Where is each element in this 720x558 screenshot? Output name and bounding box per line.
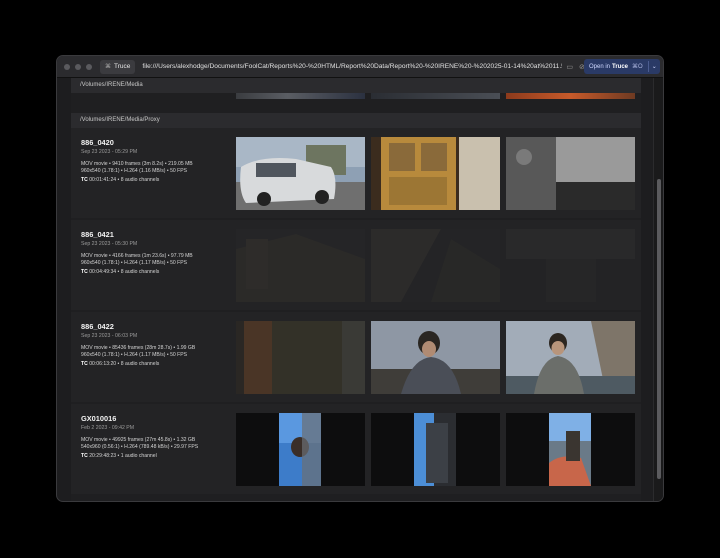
clip-timecode: TC 00:04:49:34 • 8 audio channels xyxy=(81,269,241,275)
clip-date: Sep 23 2023 - 05:29 PM xyxy=(81,149,138,155)
tc-label: TC xyxy=(81,453,88,459)
open-in-shortcut: ⌘O xyxy=(632,64,643,70)
clip-row[interactable]: 886_0422 Sep 23 2023 - 06:03 PM MOV movi… xyxy=(71,312,641,402)
clip-name: GX010016 xyxy=(81,414,117,423)
tc-label: TC xyxy=(81,361,88,367)
clip-metadata: 886_0421 Sep 23 2023 - 05:30 PM MOV movi… xyxy=(81,230,241,275)
clip-video-specs: 540x960 (0.56:1) • H.264 (789.48 kB/s) •… xyxy=(81,444,199,450)
thumbnail[interactable] xyxy=(236,229,365,302)
tc-value: 00:04:49:34 • 8 audio channels xyxy=(89,269,160,275)
thumbnail[interactable] xyxy=(506,229,635,302)
thumbnail[interactable] xyxy=(371,93,500,99)
tc-label: TC xyxy=(81,269,88,275)
clip-row[interactable]: GX010016 Feb 2 2023 - 09:42 PM MOV movie… xyxy=(71,404,641,494)
open-in-app-button[interactable]: Open in Truce ⌘O ⌄ xyxy=(584,59,660,74)
clip-date: Sep 23 2023 - 06:03 PM xyxy=(81,333,138,339)
zoom-window-button[interactable] xyxy=(86,63,92,70)
tab-label: Truce xyxy=(114,63,131,70)
section-path: /Volumes/IRENE/Media xyxy=(71,78,641,93)
thumbnail[interactable] xyxy=(371,321,500,394)
section-path: /Volumes/IRENE/Media/Proxy xyxy=(71,113,641,128)
thumbnail[interactable] xyxy=(506,321,635,394)
address-bar[interactable]: file:///Users/alexhodge/Documents/FoolCa… xyxy=(142,63,562,70)
thumbnail[interactable] xyxy=(506,93,635,99)
clip-timecode: TC 00:01:41:24 • 8 audio channels xyxy=(81,177,241,183)
clip-name: 886_0420 xyxy=(81,138,114,147)
clip-row[interactable]: 886_0421 Sep 23 2023 - 05:30 PM MOV movi… xyxy=(71,220,641,310)
clip-timecode: TC 00:06:13:20 • 8 audio channels xyxy=(81,361,241,367)
reader-icon[interactable]: ▭ xyxy=(566,63,573,71)
title-bar: ⌘ Truce file:///Users/alexhodge/Document… xyxy=(57,56,663,78)
open-in-label: Open in xyxy=(589,63,611,70)
clip-name: 886_0421 xyxy=(81,230,114,239)
clip-video-specs: 960x540 (1.78:1) • H.264 (1.17 MB/s) • 5… xyxy=(81,260,188,266)
close-window-button[interactable] xyxy=(64,63,70,70)
thumbnail[interactable] xyxy=(371,413,500,486)
clip-timecode: TC 20:29:48:23 • 1 audio channel xyxy=(81,453,241,459)
scrollbar-thumb[interactable] xyxy=(657,179,661,479)
scrollbar[interactable] xyxy=(653,78,663,501)
address-bar-icons: ▭ ⊘ xyxy=(566,63,585,71)
clip-format: MOV movie • 49925 frames (27m 45.8s) • 1… xyxy=(81,437,196,443)
open-in-app-name: Truce xyxy=(612,63,629,70)
thumbnail[interactable] xyxy=(371,137,500,210)
tab-truce[interactable]: ⌘ Truce xyxy=(100,59,136,74)
app-icon: ⌘ xyxy=(105,64,111,70)
clip-video-specs: 960x540 (1.78:1) • H.264 (1.17 MB/s) • 5… xyxy=(81,352,188,358)
thumbnail[interactable] xyxy=(506,413,635,486)
report-content: /Volumes/IRENE/Media /Volumes/IRENE/Medi… xyxy=(71,78,641,501)
clip-metadata: GX010016 Feb 2 2023 - 09:42 PM MOV movie… xyxy=(81,414,241,459)
clip-date: Sep 23 2023 - 05:30 PM xyxy=(81,241,138,247)
clip-format: MOV movie • 9410 frames (3m 8.2s) • 219.… xyxy=(81,161,193,167)
clip-thumbnails xyxy=(236,321,636,394)
clip-thumbnails xyxy=(236,137,636,210)
thumbnail[interactable] xyxy=(236,137,365,210)
clip-date: Feb 2 2023 - 09:42 PM xyxy=(81,425,135,431)
clip-name: 886_0422 xyxy=(81,322,114,331)
thumbnail[interactable] xyxy=(236,93,365,99)
clip-metadata: 886_0422 Sep 23 2023 - 06:03 PM MOV movi… xyxy=(81,322,241,367)
browser-window: ⌘ Truce file:///Users/alexhodge/Document… xyxy=(56,55,664,502)
clip-thumbnails xyxy=(236,413,636,486)
minimize-window-button[interactable] xyxy=(75,63,81,70)
tc-value: 00:01:41:24 • 8 audio channels xyxy=(89,177,160,183)
clip-metadata: 886_0420 Sep 23 2023 - 05:29 PM MOV movi… xyxy=(81,138,241,183)
window-controls xyxy=(64,63,92,70)
clip-video-specs: 960x540 (1.78:1) • H.264 (1.16 MB/s) • 5… xyxy=(81,168,188,174)
clip-format: MOV movie • 4166 frames (1m 23.6s) • 97.… xyxy=(81,253,193,259)
clip-row[interactable]: 886_0420 Sep 23 2023 - 05:29 PM MOV movi… xyxy=(71,128,641,218)
tc-label: TC xyxy=(81,177,88,183)
tc-value: 00:06:13:20 • 8 audio channels xyxy=(89,361,160,367)
thumbnail[interactable] xyxy=(371,229,500,302)
chevron-down-icon[interactable]: ⌄ xyxy=(652,63,657,70)
divider xyxy=(647,61,649,72)
thumbnail[interactable] xyxy=(236,413,365,486)
thumbnail[interactable] xyxy=(236,321,365,394)
tc-value: 20:29:48:23 • 1 audio channel xyxy=(89,453,157,459)
previous-clip-thumbnails xyxy=(236,93,641,99)
thumbnail[interactable] xyxy=(506,137,635,210)
clip-thumbnails xyxy=(236,229,636,302)
clip-format: MOV movie • 85436 frames (28m 28.7s) • 1… xyxy=(81,345,196,351)
